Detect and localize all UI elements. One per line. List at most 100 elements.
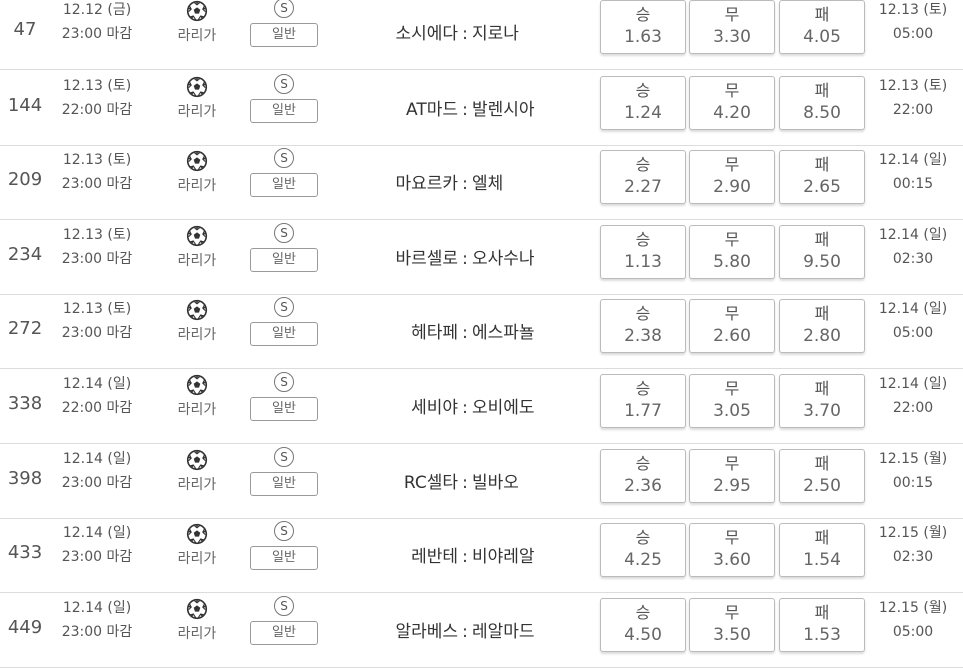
draw-odds-button[interactable]: 무 3.05: [689, 374, 775, 428]
team-separator: :: [462, 24, 468, 44]
win-odds-button[interactable]: 승 4.25: [600, 523, 686, 577]
lose-odds-button[interactable]: 패 1.53: [779, 598, 865, 652]
draw-label: 무: [724, 230, 740, 249]
lose-label: 패: [814, 155, 830, 174]
draw-odds-button[interactable]: 무 3.30: [689, 0, 775, 54]
win-odds-button[interactable]: 승 1.24: [600, 76, 686, 130]
lose-odds-button[interactable]: 패 9.50: [779, 225, 865, 279]
league-name: 라리가: [177, 253, 217, 269]
win-odds-button[interactable]: 승 1.13: [600, 225, 686, 279]
home-team: AT마드: [406, 100, 458, 120]
lose-odds-button[interactable]: 패 4.05: [779, 0, 865, 54]
win-odds-value: 1.24: [624, 103, 662, 123]
game-type: S 일반: [249, 0, 319, 47]
league-name: 라리가: [177, 104, 217, 120]
team-separator: :: [462, 398, 468, 418]
kickoff-datetime: 12.15 (월) 05:00: [873, 596, 953, 644]
win-odds-button[interactable]: 승 1.77: [600, 374, 686, 428]
kickoff-time: 02:30: [892, 549, 934, 565]
win-odds-button[interactable]: 승 2.36: [600, 449, 686, 503]
close-datetime: 12.14 (일) 23:00 마감: [52, 447, 142, 495]
game-type-badge: 일반: [250, 397, 318, 421]
draw-odds-button[interactable]: 무 4.20: [689, 76, 775, 130]
s-circle-icon: S: [274, 521, 294, 541]
kickoff-date: 12.15 (월): [878, 451, 948, 467]
home-team: 레반테: [411, 547, 458, 567]
kickoff-date: 12.14 (일): [878, 376, 948, 392]
close-date: 12.12 (금): [62, 2, 132, 18]
away-team: 빌바오: [472, 473, 519, 493]
win-odds-value: 2.38: [624, 326, 662, 346]
win-odds-button[interactable]: 승 2.38: [600, 299, 686, 353]
game-type: S 일반: [249, 447, 319, 496]
draw-label: 무: [724, 379, 740, 398]
lose-odds-button[interactable]: 패 2.65: [779, 150, 865, 204]
soccer-ball-icon: [186, 0, 208, 22]
home-team: 세비야: [411, 398, 458, 418]
win-odds-button[interactable]: 승 4.50: [600, 598, 686, 652]
draw-odds-button[interactable]: 무 2.60: [689, 299, 775, 353]
team-separator: :: [462, 174, 468, 194]
close-datetime: 12.14 (일) 22:00 마감: [52, 372, 142, 420]
lose-odds-button[interactable]: 패 1.54: [779, 523, 865, 577]
close-time: 23:00 마감: [61, 26, 133, 42]
away-team: 비야레알: [472, 547, 535, 567]
team-separator: :: [462, 100, 468, 120]
soccer-ball-icon: [186, 299, 208, 321]
lose-odds-button[interactable]: 패 8.50: [779, 76, 865, 130]
lose-odds-button[interactable]: 패 2.50: [779, 449, 865, 503]
close-time: 23:00 마감: [61, 549, 133, 565]
match-row: 338 12.14 (일) 22:00 마감 라리가 S 일반 세비야: 오비에도…: [0, 370, 963, 444]
win-odds-value: 4.50: [624, 625, 662, 645]
away-team: 오사수나: [472, 249, 535, 269]
league: 라리가: [172, 374, 222, 419]
away-team: 엘체: [472, 174, 504, 194]
lose-odds-value: 8.50: [803, 103, 841, 123]
kickoff-date: 12.13 (토): [878, 2, 948, 18]
s-circle-icon: S: [274, 372, 294, 392]
league: 라리가: [172, 150, 222, 195]
close-date: 12.13 (토): [62, 227, 132, 243]
lose-odds-button[interactable]: 패 2.80: [779, 299, 865, 353]
kickoff-date: 12.13 (토): [878, 78, 948, 94]
draw-odds-value: 3.50: [713, 625, 751, 645]
match-teams: 레반테: 비야레알: [330, 542, 598, 567]
league: 라리가: [172, 299, 222, 344]
draw-odds-button[interactable]: 무 3.60: [689, 523, 775, 577]
home-team: 바르셀로: [395, 249, 458, 269]
draw-odds-value: 2.95: [713, 476, 751, 496]
match-row: 47 12.12 (금) 23:00 마감 라리가 S 일반 소시에다: 지로나 …: [0, 0, 963, 70]
close-time: 23:00 마감: [61, 176, 133, 192]
win-odds-button[interactable]: 승 2.27: [600, 150, 686, 204]
team-separator: :: [462, 622, 468, 642]
lose-odds-value: 3.70: [803, 401, 841, 421]
lose-label: 패: [814, 5, 830, 24]
match-teams: 헤타페: 에스파뇰: [330, 318, 598, 343]
draw-odds-button[interactable]: 무 2.95: [689, 449, 775, 503]
close-datetime: 12.13 (토) 23:00 마감: [52, 223, 142, 271]
draw-odds-value: 3.60: [713, 550, 751, 570]
match-teams: 마요르카: 엘체: [330, 169, 598, 194]
kickoff-time: 05:00: [892, 325, 934, 341]
close-time: 23:00 마감: [61, 251, 133, 267]
win-odds-value: 1.77: [624, 401, 662, 421]
game-type-badge: 일반: [250, 173, 318, 197]
lose-odds-value: 2.80: [803, 326, 841, 346]
kickoff-date: 12.15 (월): [878, 600, 948, 616]
close-date: 12.14 (일): [62, 451, 132, 467]
match-teams: 세비야: 오비에도: [330, 393, 598, 418]
s-circle-icon: S: [274, 447, 294, 467]
match-number: 398: [7, 468, 43, 489]
lose-label: 패: [814, 603, 830, 622]
kickoff-time: 05:00: [892, 26, 934, 42]
lose-odds-button[interactable]: 패 3.70: [779, 374, 865, 428]
win-odds-value: 4.25: [624, 550, 662, 570]
lose-label: 패: [814, 81, 830, 100]
match-row: 272 12.13 (토) 23:00 마감 라리가 S 일반 헤타페: 에스파뇰…: [0, 295, 963, 369]
close-datetime: 12.13 (토) 23:00 마감: [52, 297, 142, 345]
draw-odds-button[interactable]: 무 5.80: [689, 225, 775, 279]
draw-odds-button[interactable]: 무 2.90: [689, 150, 775, 204]
draw-odds-button[interactable]: 무 3.50: [689, 598, 775, 652]
win-odds-button[interactable]: 승 1.63: [600, 0, 686, 54]
home-team: 알라베스: [395, 622, 458, 642]
